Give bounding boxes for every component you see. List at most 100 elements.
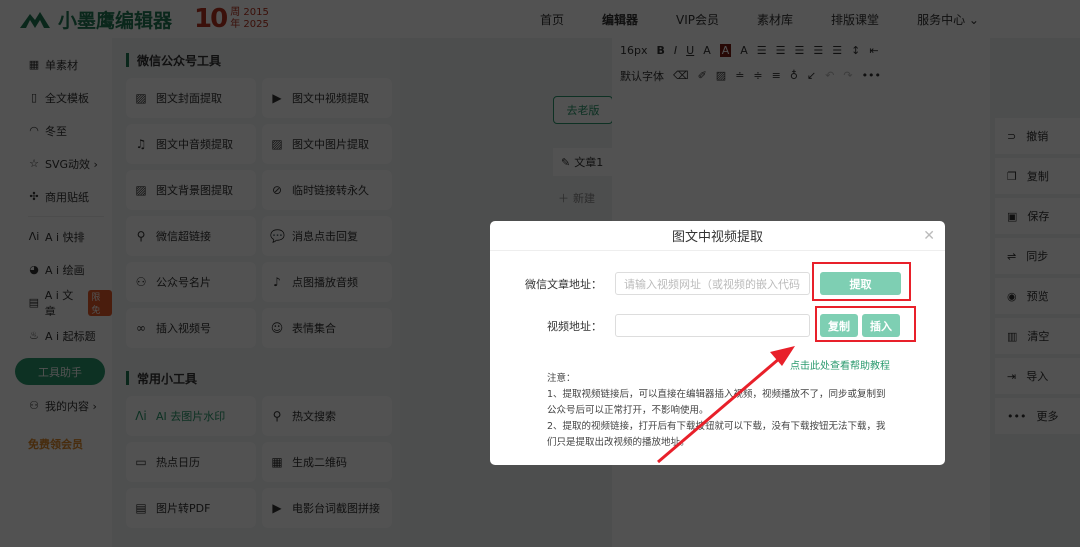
tool-icon: 💬 [270, 229, 285, 243]
tool-card[interactable]: ♫ 图文中音频提取 [126, 124, 256, 164]
tool-card[interactable]: ⊘ 临时链接转永久 [262, 170, 392, 210]
italic-icon[interactable]: I [674, 44, 677, 57]
sidebar-item-svg[interactable]: ☆ SVG动效 › [28, 147, 112, 180]
tool-label: 微信超链接 [156, 230, 211, 243]
copy-button[interactable]: 复制 [820, 314, 858, 337]
clear-button[interactable]: ▥ 清空 [995, 318, 1080, 354]
extract-button[interactable]: 提取 [820, 272, 901, 295]
nav-vip[interactable]: VIP会员 [676, 11, 719, 28]
article-url-input[interactable]: 请输入视频网址（或视频的嵌入代码 [615, 272, 810, 295]
tool-card[interactable]: ∞ 插入视频号 [126, 308, 256, 348]
tool-label: 消息点击回复 [292, 230, 358, 243]
save-button[interactable]: ▣ 保存 [995, 198, 1080, 234]
label: 全文模板 [45, 91, 89, 105]
undo-icon: ⊃ [1007, 129, 1017, 143]
bulb-icon[interactable]: ♁ [790, 69, 798, 82]
tool-card[interactable]: ▶ 图文中视频提取 [262, 78, 392, 118]
logo[interactable]: 小墨鹰编辑器 [18, 6, 172, 33]
sidebar-item-my-content[interactable]: ⚇ 我的内容 › [28, 389, 112, 422]
new-article-button[interactable]: ＋ 新建 [553, 185, 613, 211]
tool-card[interactable]: ⚲ 热文搜索 [262, 396, 392, 436]
sidebar-item-single[interactable]: ▦ 单素材 [28, 48, 112, 81]
underline-icon[interactable]: U [686, 44, 694, 57]
spacing-top-icon[interactable]: ≐ [735, 69, 744, 82]
label: 工具助手 [38, 365, 82, 379]
sidebar-item-stickers[interactable]: ✣ 商用贴纸 [28, 180, 112, 213]
letter-spacing-icon[interactable]: A [740, 44, 748, 57]
tool-card[interactable]: ▶ 电影台词截图拼接 [262, 488, 392, 528]
close-icon[interactable]: ✕ [923, 228, 935, 244]
insert-button[interactable]: 插入 [862, 314, 900, 337]
font-size-select[interactable]: 16px [620, 44, 648, 57]
undo-icon[interactable]: ↶ [825, 69, 834, 82]
old-version-button[interactable]: 去老版 [553, 96, 613, 124]
arrow-icon[interactable]: ↙ [807, 69, 816, 82]
more-icon: ••• [1007, 409, 1027, 423]
exit-icon[interactable]: ⇤ [869, 44, 878, 57]
note-1: 1、提取视频链接后，可以直接在编辑器插入视频，视频播放不了，同步或复制到公众号后… [547, 389, 886, 416]
tool-card[interactable]: 💬 消息点击回复 [262, 216, 392, 256]
undo-button[interactable]: ⊃ 撤销 [995, 118, 1080, 154]
tool-card[interactable]: ▭ 热点日历 [126, 442, 256, 482]
label: 同步 [1026, 250, 1049, 263]
bg-color-icon[interactable]: A [719, 44, 732, 57]
tool-card[interactable]: ♪ 点图播放音频 [262, 262, 392, 302]
nav-class[interactable]: 排版课堂 [831, 11, 879, 28]
tool-card[interactable]: ☺ 表情集合 [262, 308, 392, 348]
tool-card[interactable]: ▨ 图文中图片提取 [262, 124, 392, 164]
tool-card[interactable]: ▨ 图文背景图提取 [126, 170, 256, 210]
tool-card[interactable]: ▤ 图片转PDF [126, 488, 256, 528]
sidebar-item-ai-title[interactable]: ♨ A i 起标题 [28, 319, 112, 352]
tool-label: 电影台词截图拼接 [292, 502, 380, 515]
sidebar-item-ai-layout[interactable]: Λi A i 快排 [28, 220, 112, 253]
tool-label: 公众号名片 [156, 276, 211, 289]
align-center-icon[interactable]: ☰ [776, 44, 786, 57]
tool-helper-button[interactable]: 工具助手 [15, 358, 105, 385]
tool-card[interactable]: ▦ 生成二维码 [262, 442, 392, 482]
sidebar-item-ai-paint[interactable]: ◕ A i 绘画 [28, 253, 112, 286]
copy-button[interactable]: ❐ 复制 [995, 158, 1080, 194]
preview-button[interactable]: ◉ 预览 [995, 278, 1080, 314]
more-icon[interactable]: ••• [862, 69, 881, 82]
redo-icon[interactable]: ↷ [843, 69, 852, 82]
doc-icon: ▤ [28, 296, 40, 309]
nav-editor[interactable]: 编辑器 [602, 11, 638, 28]
anniv-bottom: 年 2025 [230, 19, 269, 30]
more-button[interactable]: ••• 更多 [995, 398, 1080, 434]
align-left-icon[interactable]: ☰ [757, 44, 767, 57]
eraser-icon[interactable]: ⌫ [673, 69, 689, 82]
help-link[interactable]: 点击此处查看帮助教程 [790, 357, 890, 372]
clear-icon: ▥ [1007, 329, 1018, 343]
tool-card[interactable]: ⚇ 公众号名片 [126, 262, 256, 302]
align-right-icon[interactable]: ☰ [795, 44, 805, 57]
notes: 注意： 1、提取视频链接后，可以直接在编辑器插入视频，视频播放不了，同步或复制到… [547, 371, 887, 451]
video-url-input[interactable] [615, 314, 810, 337]
format-brush-icon[interactable]: ✐ [698, 69, 707, 82]
sync-button[interactable]: ⇌ 同步 [995, 238, 1080, 274]
image-icon[interactable]: ▨ [716, 69, 726, 82]
tool-card[interactable]: ⚲ 微信超链接 [126, 216, 256, 256]
font-color-icon[interactable]: A [703, 44, 711, 57]
sidebar-item-winter[interactable]: ◠ 冬至 [28, 114, 112, 147]
tool-card[interactable]: ▨ 图文封面提取 [126, 78, 256, 118]
tool-label: 图文中音频提取 [156, 138, 233, 151]
tool-card[interactable]: Λi AI 去图片水印 [126, 396, 256, 436]
import-button[interactable]: ⇥ 导入 [995, 358, 1080, 394]
nav-library[interactable]: 素材库 [757, 11, 793, 28]
grid-icon: ▦ [28, 58, 40, 71]
spacing-bottom-icon[interactable]: ≑ [753, 69, 762, 82]
nav-service[interactable]: 服务中心 ⌄ [917, 11, 979, 28]
tools-panel: 微信公众号工具 ▨ 图文封面提取 ▶ 图文中视频提取 ♫ 图文中音频提取 ▨ 图文中图片提取 ▨… [112, 38, 400, 547]
indent-icon[interactable]: ☰ [832, 44, 842, 57]
sidebar-item-template[interactable]: ▯ 全文模板 [28, 81, 112, 114]
bold-icon[interactable]: B [657, 44, 665, 57]
font-family-select[interactable]: 默认字体 [620, 68, 664, 84]
justify-icon[interactable]: ☰ [813, 44, 823, 57]
tool-icon: ▨ [135, 183, 147, 197]
article-tab[interactable]: ✎ 文章1 [553, 148, 613, 176]
line-height-icon[interactable]: ↕ [851, 44, 860, 57]
nav-home[interactable]: 首页 [540, 11, 564, 28]
free-vip-link[interactable]: 免费领会员 [28, 436, 112, 452]
padding-icon[interactable]: ≡ [772, 69, 781, 82]
sidebar-item-ai-article[interactable]: ▤ A i 文章 限免 [28, 286, 112, 319]
